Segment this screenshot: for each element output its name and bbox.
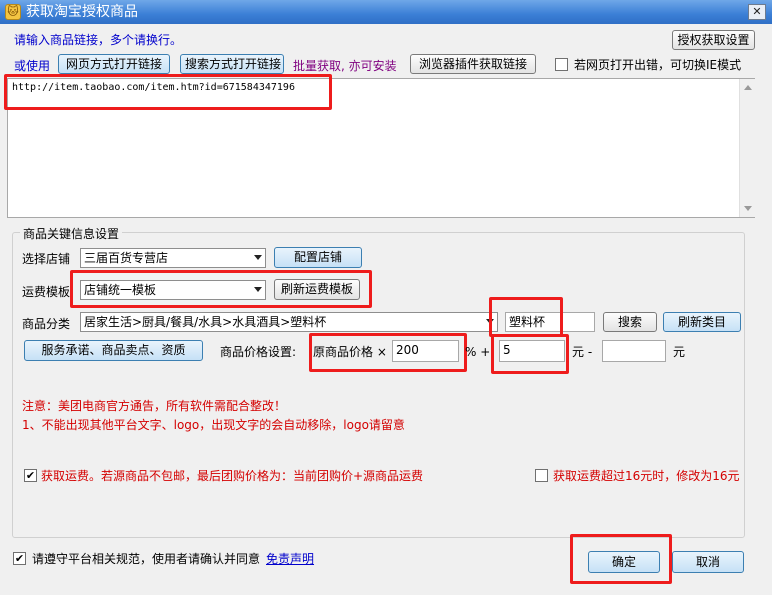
window-title: 获取淘宝授权商品 (26, 4, 138, 20)
shipping-limit-label: 获取运费超过16元时，修改为16元 (553, 469, 740, 483)
fetch-shipping-checkbox[interactable]: ✔ (24, 469, 37, 482)
highlight-category-search (489, 297, 563, 337)
notice-title: 注意：美团电商官方通告，所有软件需配合整改！ (22, 399, 287, 413)
percent-plus-text: % + (465, 345, 491, 359)
store-label: 选择店铺 (22, 252, 71, 266)
scroll-down-icon[interactable] (744, 206, 752, 211)
shipping-limit-checkbox[interactable] (535, 469, 548, 482)
batch-hint-text: 批量获取, 亦可安装 (293, 59, 397, 73)
yuan-text: 元 (673, 345, 686, 359)
close-icon[interactable]: ✕ (748, 4, 766, 20)
category-select-value: 居家生活>厨具/餐具/水具>水具酒具>塑料杯 (84, 315, 327, 329)
settings-group-title: 商品关键信息设置 (20, 226, 123, 242)
ie-mode-checkbox[interactable] (555, 58, 568, 71)
highlight-links-input (4, 74, 332, 110)
notice-line-1: 1、不能出现其他平台文字、logo，出现文字的会自动移除，logo请留意 (22, 418, 405, 432)
category-search-button[interactable]: 搜索 (603, 312, 657, 332)
plugin-button[interactable]: 浏览器插件获取链接 (410, 54, 536, 74)
agree-label: 请遵守平台相关规范，使用者请确认并同意 (32, 552, 261, 566)
cancel-button[interactable]: 取消 (672, 551, 744, 573)
refresh-category-button[interactable]: 刷新类目 (663, 312, 741, 332)
shipping-label: 运费模板 (22, 285, 71, 299)
highlight-ok-button (570, 534, 672, 584)
service-button[interactable]: 服务承诺、商品卖点、资质 (24, 340, 203, 361)
store-select[interactable]: 三届百货专营店 (80, 248, 266, 268)
chevron-down-icon (254, 255, 262, 260)
web-open-button[interactable]: 网页方式打开链接 (58, 54, 170, 74)
app-icon: 🐱 (5, 4, 21, 20)
category-select[interactable]: 居家生活>厨具/餐具/水具>水具酒具>塑料杯 (80, 312, 498, 332)
price-sub-input[interactable] (602, 340, 666, 362)
auth-settings-button[interactable]: 授权获取设置 (672, 30, 755, 50)
search-open-button[interactable]: 搜索方式打开链接 (180, 54, 284, 74)
ie-mode-label: 若网页打开出错，可切换IE模式 (574, 58, 742, 72)
config-store-button[interactable]: 配置店铺 (274, 247, 362, 268)
highlight-shipping (70, 270, 372, 308)
yuan-minus-text: 元 - (572, 345, 593, 359)
store-select-value: 三届百货专营店 (84, 251, 169, 265)
links-scrollbar[interactable] (739, 79, 755, 217)
highlight-price-add (491, 334, 569, 374)
agree-checkbox[interactable]: ✔ (13, 552, 26, 565)
disclaimer-link[interactable]: 免责声明 (266, 551, 314, 567)
scroll-up-icon[interactable] (744, 85, 752, 90)
highlight-price-multiplier (309, 333, 467, 372)
instruction-text: 请输入商品链接，多个请换行。 (14, 33, 183, 47)
or-use-text: 或使用 (14, 59, 51, 73)
price-label: 商品价格设置: (220, 345, 297, 359)
category-label: 商品分类 (22, 317, 71, 331)
fetch-shipping-label: 获取运费。若源商品不包邮，最后团购价格为：当前团购价+源商品运费 (41, 469, 424, 483)
